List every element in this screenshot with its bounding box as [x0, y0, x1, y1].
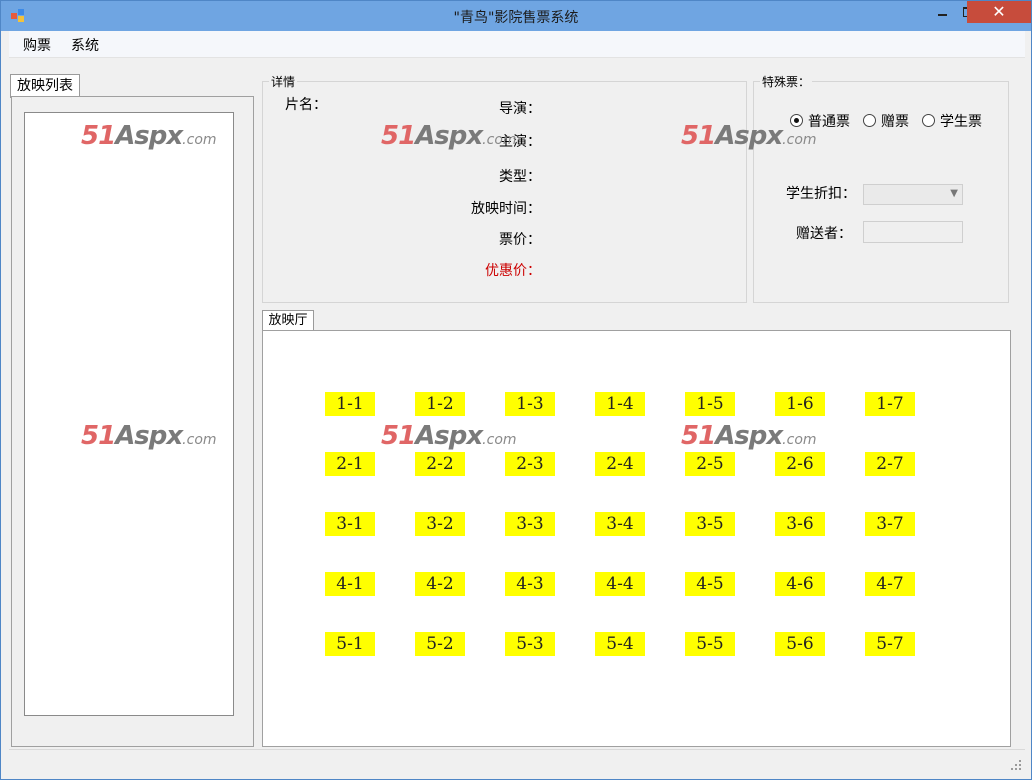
seat-button[interactable]: 1-5 — [685, 392, 735, 416]
seat-button[interactable]: 3-5 — [685, 512, 735, 536]
seat-button[interactable]: 5-2 — [415, 632, 465, 656]
seat-button[interactable]: 3-2 — [415, 512, 465, 536]
watermark-logo: 51Aspx.com — [681, 121, 817, 151]
seat-button[interactable]: 2-1 — [325, 452, 375, 476]
seat-button[interactable]: 4-4 — [595, 572, 645, 596]
film-list-tree[interactable] — [24, 112, 234, 716]
gift-giver-input[interactable] — [863, 221, 963, 243]
main-window: "青鸟"影院售票系统 ✕ 购票 系统 放映列表 详情 片名： 导演： 主演： 类… — [0, 0, 1032, 780]
gift-giver-label: 赠送者： — [796, 226, 852, 242]
seat-button[interactable]: 4-5 — [685, 572, 735, 596]
seat-button[interactable]: 1-4 — [595, 392, 645, 416]
student-discount-select[interactable]: ▼ — [863, 184, 963, 205]
seat-button[interactable]: 5-4 — [595, 632, 645, 656]
seat-button[interactable]: 2-5 — [685, 452, 735, 476]
seat-button[interactable]: 3-4 — [595, 512, 645, 536]
seat-button[interactable]: 4-1 — [325, 572, 375, 596]
seat-button[interactable]: 3-6 — [775, 512, 825, 536]
seat-button[interactable]: 5-6 — [775, 632, 825, 656]
radio-student-ticket-label: 学生票 — [940, 114, 982, 130]
special-ticket-group-title: 特殊票： — [760, 73, 813, 90]
seat-button[interactable]: 3-7 — [865, 512, 915, 536]
price-label: 票价： — [499, 232, 541, 248]
seat-button[interactable]: 3-3 — [505, 512, 555, 536]
menu-item-buy-ticket[interactable]: 购票 — [23, 35, 51, 55]
minimize-button[interactable] — [929, 1, 955, 23]
seat-button[interactable]: 4-7 — [865, 572, 915, 596]
radio-gift-ticket-label: 赠票 — [881, 114, 909, 130]
chevron-down-icon: ▼ — [950, 188, 958, 199]
film-name-label: 片名： — [285, 97, 327, 113]
title-bar[interactable]: "青鸟"影院售票系统 ✕ — [1, 1, 1031, 31]
seat-button[interactable]: 3-1 — [325, 512, 375, 536]
details-group-title: 详情 — [269, 73, 298, 90]
seat-button[interactable]: 4-2 — [415, 572, 465, 596]
seat-button[interactable]: 4-6 — [775, 572, 825, 596]
menu-item-system[interactable]: 系统 — [71, 35, 99, 55]
radio-unselected-icon — [863, 114, 876, 127]
seat-button[interactable]: 2-3 — [505, 452, 555, 476]
tab-screening-hall[interactable]: 放映厅 — [262, 310, 314, 332]
radio-student-ticket[interactable]: 学生票 — [922, 111, 982, 131]
status-bar — [9, 749, 1025, 774]
seat-button[interactable]: 2-6 — [775, 452, 825, 476]
seat-button[interactable]: 5-1 — [325, 632, 375, 656]
tab-film-list[interactable]: 放映列表 — [10, 74, 80, 98]
seat-button[interactable]: 2-4 — [595, 452, 645, 476]
menu-bar: 购票 系统 — [9, 31, 1025, 58]
seat-button[interactable]: 1-3 — [505, 392, 555, 416]
seat-button[interactable]: 5-5 — [685, 632, 735, 656]
student-discount-label: 学生折扣： — [786, 186, 856, 202]
genre-label: 类型： — [499, 169, 541, 185]
radio-gift-ticket[interactable]: 赠票 — [863, 111, 909, 131]
resize-grip-icon[interactable] — [1011, 760, 1021, 770]
seat-button[interactable]: 1-7 — [865, 392, 915, 416]
seat-button[interactable]: 2-7 — [865, 452, 915, 476]
seat-button[interactable]: 5-7 — [865, 632, 915, 656]
seat-button[interactable]: 1-1 — [325, 392, 375, 416]
watermark-logo: 51Aspx.com — [681, 421, 817, 451]
window-title: "青鸟"影院售票系统 — [453, 10, 579, 26]
seat-button[interactable]: 5-3 — [505, 632, 555, 656]
watermark-logo: 51Aspx.com — [81, 121, 217, 151]
watermark-logo: 51Aspx.com — [381, 421, 517, 451]
seat-button[interactable]: 1-2 — [415, 392, 465, 416]
watermark-logo: 51Aspx.com — [81, 421, 217, 451]
show-time-label: 放映时间： — [471, 201, 541, 217]
seat-button[interactable]: 4-3 — [505, 572, 555, 596]
seat-button[interactable]: 1-6 — [775, 392, 825, 416]
seat-button[interactable]: 2-2 — [415, 452, 465, 476]
close-button[interactable]: ✕ — [967, 1, 1031, 23]
watermark-logo: 51Aspx.com — [381, 121, 517, 151]
radio-unselected-icon — [922, 114, 935, 127]
close-icon: ✕ — [992, 2, 1006, 21]
director-label: 导演： — [499, 101, 541, 117]
discount-price-label: 优惠价： — [485, 263, 541, 279]
